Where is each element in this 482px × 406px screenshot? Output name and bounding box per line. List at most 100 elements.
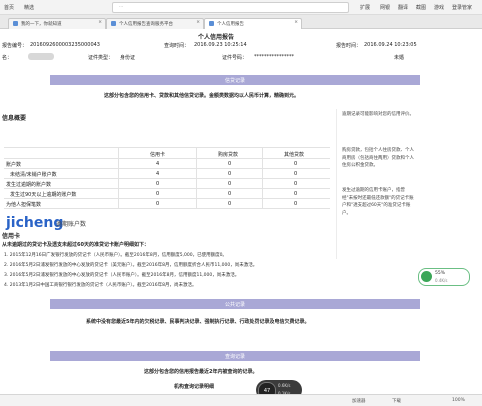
note-text: 发生过逾期的信用卡账户，指曾经"未按时还最低还款额"的贷记卡账户和"透支超过60… bbox=[342, 188, 414, 216]
tab-credit-platform[interactable]: 个人信用报告查询服务平台 × bbox=[106, 18, 204, 29]
id-no: **************** bbox=[254, 54, 294, 60]
tab-label: 我的一下，你就知道 bbox=[21, 22, 62, 27]
toolbar-item[interactable]: 游戏 bbox=[434, 4, 444, 11]
widget-speed: 0.4K/s bbox=[435, 278, 448, 283]
cell: 0 bbox=[294, 201, 298, 207]
notes-divider bbox=[336, 109, 337, 259]
toolbar-item[interactable]: 精选 bbox=[24, 4, 34, 11]
close-icon[interactable]: × bbox=[196, 20, 200, 25]
redacted-name bbox=[28, 53, 54, 60]
card-subheading: 从未逾期过的贷记卡及透支未超过60天的准贷记卡账户明细如下： bbox=[2, 242, 149, 248]
list-item: 4. 2013年1月2日中国工商银行银行发放的贷记卡（人民币账户）。截至2016… bbox=[4, 283, 197, 288]
address-bar[interactable]: ... bbox=[112, 2, 349, 13]
cell: 0 bbox=[156, 201, 160, 207]
table-rule bbox=[196, 147, 197, 208]
cell: 4 bbox=[156, 171, 160, 177]
name-label: 名： bbox=[2, 55, 13, 61]
table-rule bbox=[4, 178, 330, 179]
cell: 0 bbox=[156, 191, 160, 197]
watermark-sub: 逾期账户数 bbox=[56, 221, 87, 228]
cell: 0 bbox=[228, 181, 232, 187]
zoom-level[interactable]: 100% bbox=[452, 398, 465, 403]
status-item[interactable]: 加速器 bbox=[352, 398, 366, 404]
marital-status: 未婚 bbox=[394, 55, 405, 61]
toolbar-item[interactable]: 扩展 bbox=[360, 4, 370, 11]
row-label: 为他人担保笔数 bbox=[6, 202, 42, 208]
cell: 4 bbox=[156, 161, 160, 167]
credit-intro: 这部分包含您的信用卡、贷款和其他信贷记录。金额类数据均以人民币计算，精确到元。 bbox=[104, 93, 300, 99]
column-header: 其他贷款 bbox=[284, 152, 305, 158]
page-icon bbox=[13, 21, 18, 26]
cell: 0 bbox=[294, 191, 298, 197]
card-heading: 信用卡 bbox=[2, 233, 21, 240]
toolbar-item[interactable]: 翻译 bbox=[398, 4, 408, 11]
table-rule bbox=[4, 198, 330, 199]
note-text: 购房贷款，包括个人住房贷款、个人商用房（包括商住两用）贷款和个人住房公积金贷款。 bbox=[342, 148, 414, 168]
query-intro: 这部分包含您的信用报告最近2年内被查询的记录。 bbox=[144, 369, 258, 375]
widget-value: 55% bbox=[435, 271, 446, 276]
table-rule bbox=[4, 158, 330, 159]
cell: 0 bbox=[228, 161, 232, 167]
list-item: 2. 2016年5月2日浦发银行发放的中心发放的贷记卡（美元账户）。截至2016… bbox=[4, 263, 258, 268]
cell: 0 bbox=[228, 171, 232, 177]
column-header: 购房贷款 bbox=[218, 152, 239, 158]
cell: 0 bbox=[294, 171, 298, 177]
query-time-label: 查询时间： bbox=[164, 43, 190, 49]
tab-label: 个人信用报告 bbox=[217, 22, 244, 27]
section-band-query: 查询记录 bbox=[50, 351, 420, 361]
note-text: 逾期记录可能影响对您的信用评价。 bbox=[342, 112, 414, 117]
row-label: 账户数 bbox=[6, 162, 22, 168]
close-icon[interactable]: × bbox=[294, 20, 298, 25]
summary-title: 信息概要 bbox=[2, 115, 27, 122]
upload-speed: 0.6K/s bbox=[278, 383, 291, 388]
table-rule bbox=[4, 188, 330, 189]
tab-baidu[interactable]: 我的一下，你就知道 × bbox=[8, 18, 106, 29]
query-time: 2016.09.23 10:25:14 bbox=[194, 42, 247, 48]
table-rule bbox=[4, 168, 330, 169]
row-label: 发生过逾期的账户数 bbox=[6, 182, 52, 188]
report-time-label: 报告时间： bbox=[336, 43, 362, 49]
page-icon bbox=[111, 21, 116, 26]
section-band-credit: 信贷记录 bbox=[50, 75, 420, 85]
tab-label: 个人信用报告查询服务平台 bbox=[119, 22, 173, 27]
row-label: 发生过90天以上逾期的账户数 bbox=[10, 192, 77, 198]
column-header: 信用卡 bbox=[150, 152, 166, 158]
table-rule bbox=[118, 147, 119, 208]
public-intro: 系统中没有您最近5年内的欠税记录、民事判决记录、强制执行记录、行政处罚记录及电信… bbox=[86, 319, 310, 325]
query-summary-title: 机构查询记录明细 bbox=[174, 384, 215, 390]
toolbar-item[interactable]: 首页 bbox=[4, 4, 14, 11]
list-item: 3. 2016年5月2日浦发银行发放的中心发放的贷记卡（人民币账户）。截至201… bbox=[4, 273, 240, 278]
toolbar-item[interactable]: 截图 bbox=[416, 4, 426, 11]
page-icon bbox=[209, 21, 214, 26]
close-icon[interactable]: × bbox=[98, 20, 102, 25]
section-band-public: 公共记录 bbox=[50, 299, 420, 309]
cell: 0 bbox=[156, 181, 160, 187]
toolbar-item[interactable]: 网银 bbox=[380, 4, 390, 11]
watermark-logo: jicheng bbox=[6, 215, 64, 231]
id-type: 身份证 bbox=[120, 55, 136, 61]
section-title: 公共记录 bbox=[224, 302, 245, 308]
cell: 0 bbox=[294, 181, 298, 187]
floating-widget[interactable]: 55% 0.4K/s bbox=[418, 268, 470, 286]
report-no: 2016092600003235000043 bbox=[30, 42, 100, 48]
id-no-label: 证件号码： bbox=[222, 55, 248, 61]
tab-strip: 我的一下，你就知道 × 个人信用报告查询服务平台 × 个人信用报告 × bbox=[0, 15, 482, 29]
status-bar: 加速器 下载 100% bbox=[0, 394, 482, 406]
toolbar-item[interactable]: 登录管家 bbox=[452, 4, 472, 11]
status-item[interactable]: 下载 bbox=[392, 398, 401, 404]
tab-credit-report[interactable]: 个人信用报告 × bbox=[204, 18, 302, 29]
report-time: 2016.09.24 10:23:05 bbox=[364, 42, 417, 48]
table-rule bbox=[4, 147, 330, 148]
cell: 0 bbox=[228, 201, 232, 207]
id-type-label: 证件类型： bbox=[88, 55, 114, 61]
widget-icon bbox=[421, 271, 432, 282]
report-no-label: 报告编号： bbox=[2, 43, 28, 49]
cell: 0 bbox=[228, 191, 232, 197]
section-title: 查询记录 bbox=[224, 354, 245, 360]
table-rule bbox=[4, 208, 330, 209]
list-item: 1. 2015年12月16日广发银行发放的贷记卡（人民币账户）。截至2016年8… bbox=[4, 253, 227, 258]
report-page: 个人信用报告 报告编号： 2016092600003235000043 查询时间… bbox=[0, 29, 482, 405]
cell: 0 bbox=[294, 161, 298, 167]
address-text: ... bbox=[119, 4, 124, 9]
row-label: 未结清/未销户账户数 bbox=[10, 172, 57, 178]
